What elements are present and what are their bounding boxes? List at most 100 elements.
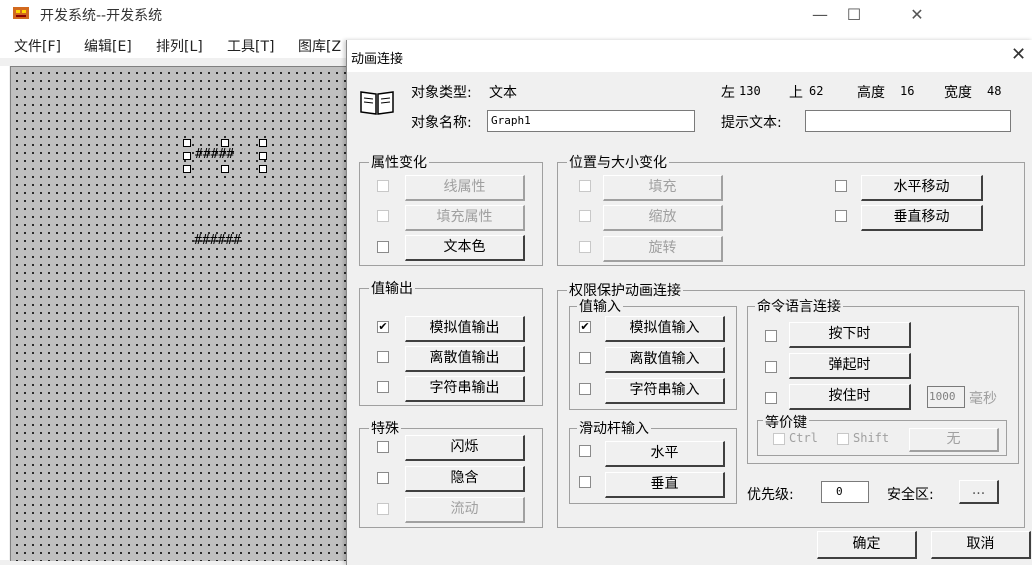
position-size-title: 位置与大小变化 — [567, 152, 669, 172]
analog-output-checkbox[interactable]: ✔ — [377, 321, 389, 333]
security-zone-button[interactable]: ... — [959, 480, 999, 504]
flow-button[interactable]: 流动 — [405, 497, 525, 523]
command-language-title: 命令语言连接 — [755, 296, 843, 316]
menu-arrange[interactable]: 排列[L] — [156, 36, 203, 56]
horizontal-move-button[interactable]: 水平移动 — [861, 175, 983, 201]
dialog-close-icon[interactable]: ✕ — [1011, 44, 1026, 65]
string-input-checkbox[interactable] — [579, 383, 591, 395]
milliseconds-label: 毫秒 — [969, 391, 997, 407]
resize-handle[interactable] — [221, 139, 229, 147]
resize-handle[interactable] — [259, 139, 267, 147]
on-press-checkbox[interactable] — [765, 330, 777, 342]
menu-bar: 文件[F] 编辑[E] 排列[L] 工具[T] 图库[Z — [0, 32, 348, 58]
value-input-title: 值输入 — [577, 296, 623, 316]
object-type-label: 对象类型: — [411, 85, 472, 101]
fill-checkbox[interactable] — [579, 180, 591, 192]
fill-button[interactable]: 填充 — [603, 175, 723, 201]
selected-text-object[interactable]: ##### — [183, 139, 267, 173]
value-output-title: 值输出 — [369, 278, 415, 298]
ctrl-label: Ctrl — [789, 431, 818, 445]
flow-checkbox[interactable] — [377, 503, 389, 515]
blink-checkbox[interactable] — [377, 441, 389, 453]
horizontal-slider-button[interactable]: 水平 — [605, 441, 725, 467]
fill-attr-button[interactable]: 填充属性 — [405, 205, 525, 231]
animation-link-dialog: 动画连接 ✕ 对象类型: 文本 对象名称: Graph1 左 130 上 62 … — [346, 40, 1032, 565]
width-value: 48 — [987, 84, 1002, 98]
rotate-checkbox[interactable] — [579, 241, 591, 253]
ctrl-checkbox[interactable] — [773, 433, 785, 445]
on-press-button[interactable]: 按下时 — [789, 322, 911, 348]
menu-gallery[interactable]: 图库[Z — [298, 36, 341, 56]
graph-text-selected: ##### — [195, 147, 235, 162]
horizontal-slider-checkbox[interactable] — [579, 445, 591, 457]
analog-input-button[interactable]: 模拟值输入 — [605, 316, 725, 342]
while-held-button[interactable]: 按住时 — [789, 384, 911, 410]
horizontal-move-checkbox[interactable] — [835, 180, 847, 192]
text-color-checkbox[interactable] — [377, 241, 389, 253]
string-output-checkbox[interactable] — [377, 381, 389, 393]
menu-edit[interactable]: 编辑[E] — [84, 36, 132, 56]
hide-button[interactable]: 隐含 — [405, 466, 525, 492]
string-output-button[interactable]: 字符串输出 — [405, 376, 525, 402]
height-label: 高度 — [857, 85, 885, 101]
resize-handle[interactable] — [221, 165, 229, 173]
line-attr-checkbox[interactable] — [377, 180, 389, 192]
discrete-output-button[interactable]: 离散值输出 — [405, 346, 525, 372]
analog-input-checkbox[interactable]: ✔ — [579, 321, 591, 333]
graph-text[interactable]: ###### — [194, 233, 241, 248]
hold-interval-field[interactable]: 1000 — [927, 386, 965, 408]
resize-handle[interactable] — [259, 165, 267, 173]
top-value: 62 — [809, 84, 824, 98]
maximize-button[interactable]: ☐ — [832, 2, 876, 28]
vertical-slider-button[interactable]: 垂直 — [605, 472, 725, 498]
line-attr-button[interactable]: 线属性 — [405, 175, 525, 201]
vertical-slider-checkbox[interactable] — [579, 476, 591, 488]
main-window-title: 开发系统--开发系统 — [40, 8, 163, 24]
hint-text-field[interactable] — [805, 110, 1011, 132]
string-input-button[interactable]: 字符串输入 — [605, 378, 725, 404]
object-type-value: 文本 — [489, 85, 517, 101]
menu-file[interactable]: 文件[F] — [14, 36, 61, 56]
scale-checkbox[interactable] — [579, 210, 591, 222]
dialog-title: 动画连接 — [351, 52, 404, 67]
left-value: 130 — [739, 84, 761, 98]
equivalent-key-title: 等价键 — [763, 412, 809, 432]
object-name-field[interactable]: Graph1 — [487, 110, 695, 132]
menu-tools[interactable]: 工具[T] — [227, 36, 274, 56]
discrete-output-checkbox[interactable] — [377, 351, 389, 363]
analog-output-button[interactable]: 模拟值输出 — [405, 316, 525, 342]
on-release-checkbox[interactable] — [765, 361, 777, 373]
left-label: 左 — [721, 85, 735, 101]
discrete-input-button[interactable]: 离散值输入 — [605, 347, 725, 373]
fill-attr-checkbox[interactable] — [377, 210, 389, 222]
vertical-move-checkbox[interactable] — [835, 210, 847, 222]
hint-text-label: 提示文本: — [721, 115, 782, 131]
vertical-move-button[interactable]: 垂直移动 — [861, 205, 983, 231]
security-zone-label: 安全区: — [887, 487, 934, 503]
drawing-canvas[interactable]: ##### ###### — [10, 66, 349, 561]
discrete-input-checkbox[interactable] — [579, 352, 591, 364]
priority-field[interactable]: 0 — [821, 481, 869, 503]
equivalent-key-button[interactable]: 无 — [909, 428, 999, 452]
on-release-button[interactable]: 弹起时 — [789, 353, 911, 379]
blink-button[interactable]: 闪烁 — [405, 435, 525, 461]
rotate-button[interactable]: 旋转 — [603, 236, 723, 262]
while-held-checkbox[interactable] — [765, 392, 777, 404]
scale-button[interactable]: 缩放 — [603, 205, 723, 231]
cancel-button[interactable]: 取消 — [931, 531, 1031, 559]
resize-handle[interactable] — [183, 152, 191, 160]
resize-handle[interactable] — [183, 165, 191, 173]
slider-input-title: 滑动杆输入 — [577, 418, 651, 438]
height-value: 16 — [900, 84, 915, 98]
close-window-button[interactable]: ✕ — [895, 2, 939, 28]
shift-checkbox[interactable] — [837, 433, 849, 445]
app-icon — [13, 7, 29, 19]
resize-handle[interactable] — [183, 139, 191, 147]
object-name-label: 对象名称: — [411, 115, 472, 131]
ok-button[interactable]: 确定 — [817, 531, 917, 559]
text-color-button[interactable]: 文本色 — [405, 235, 525, 261]
hide-checkbox[interactable] — [377, 472, 389, 484]
attribute-change-title: 属性变化 — [369, 152, 429, 172]
resize-handle[interactable] — [259, 152, 267, 160]
main-title-bar: 开发系统--开发系统 — ☐ ✕ — [0, 0, 948, 30]
